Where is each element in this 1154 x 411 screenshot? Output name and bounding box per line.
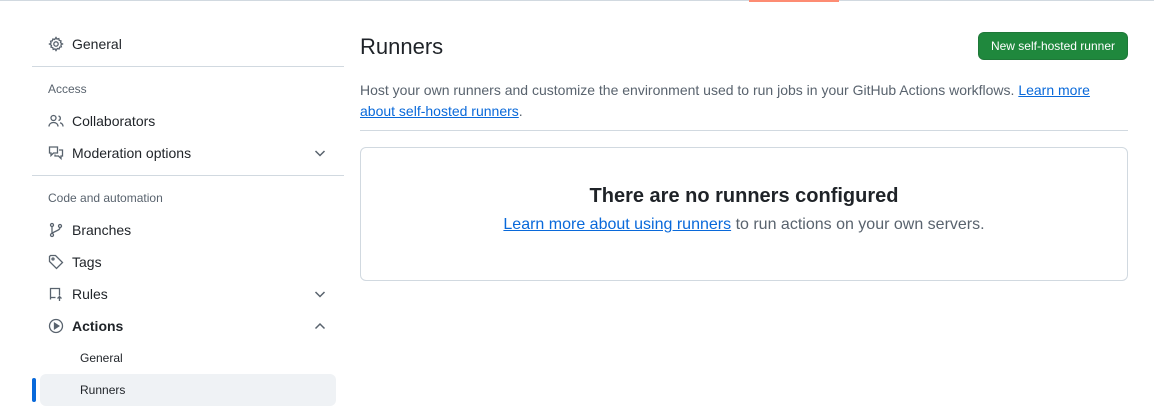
sidebar-item-label: Tags	[72, 254, 102, 270]
chevron-down-icon[interactable]	[312, 286, 328, 302]
git-branch-icon	[48, 222, 64, 238]
sidebar-divider	[32, 66, 344, 67]
sidebar-item-label: Branches	[72, 222, 132, 238]
tag-icon	[48, 254, 64, 270]
chevron-down-icon[interactable]	[312, 145, 328, 161]
sidebar-item-actions[interactable]: Actions	[32, 310, 344, 342]
sidebar-item-label: Collaborators	[72, 113, 156, 129]
sidebar-item-label: Moderation options	[72, 145, 192, 161]
blankslate-text: Learn more about using runners to run ac…	[361, 216, 1127, 234]
gear-icon	[48, 36, 64, 52]
sidebar-item-label: Rules	[72, 286, 108, 302]
sidebar-item-general[interactable]: General	[32, 28, 344, 60]
blankslate: There are no runners configured Learn mo…	[360, 147, 1128, 281]
sidebar-subitem-actions-general[interactable]: General	[40, 342, 336, 374]
sidebar-item-moderation[interactable]: Moderation options	[32, 137, 344, 169]
page-description: Host your own runners and customize the …	[360, 80, 1100, 122]
header-border	[0, 0, 1154, 3]
repo-push-icon	[48, 286, 64, 302]
sidebar-item-label: Actions	[72, 318, 124, 334]
sidebar-item-tags[interactable]: Tags	[32, 246, 344, 278]
sidebar-subitem-actions-runners[interactable]: Runners	[32, 374, 336, 406]
section-divider	[360, 130, 1128, 131]
learn-more-runners-link[interactable]: Learn more about using runners	[503, 216, 731, 233]
sidebar-item-rules[interactable]: Rules	[32, 278, 344, 310]
sidebar-item-label: General	[72, 36, 122, 52]
active-tab-underline	[749, 0, 839, 2]
main-content: Runners New self-hosted runner Host your…	[360, 28, 1128, 281]
description-end: .	[518, 103, 523, 119]
sidebar-divider	[32, 175, 344, 176]
comment-discussion-icon	[48, 145, 64, 161]
sidebar-subitem-label: Runners	[80, 383, 126, 397]
people-icon	[48, 113, 64, 129]
sidebar-group-access: Access	[48, 82, 87, 96]
sidebar-item-branches[interactable]: Branches	[32, 214, 344, 246]
sidebar-subitem-label: General	[80, 351, 123, 365]
description-text: Host your own runners and customize the …	[360, 82, 1015, 98]
chevron-up-icon[interactable]	[312, 318, 328, 334]
new-self-hosted-runner-button[interactable]: New self-hosted runner	[977, 32, 1128, 60]
selected-indicator	[32, 378, 36, 402]
play-icon	[48, 318, 64, 334]
blankslate-text-end: to run actions on your own servers.	[735, 216, 985, 233]
sidebar-item-collaborators[interactable]: Collaborators	[32, 105, 344, 137]
blankslate-heading: There are no runners configured	[589, 185, 899, 207]
sidebar-group-code-automation: Code and automation	[48, 191, 163, 205]
settings-sidebar: General Access Collaborators Moderation …	[32, 28, 344, 406]
